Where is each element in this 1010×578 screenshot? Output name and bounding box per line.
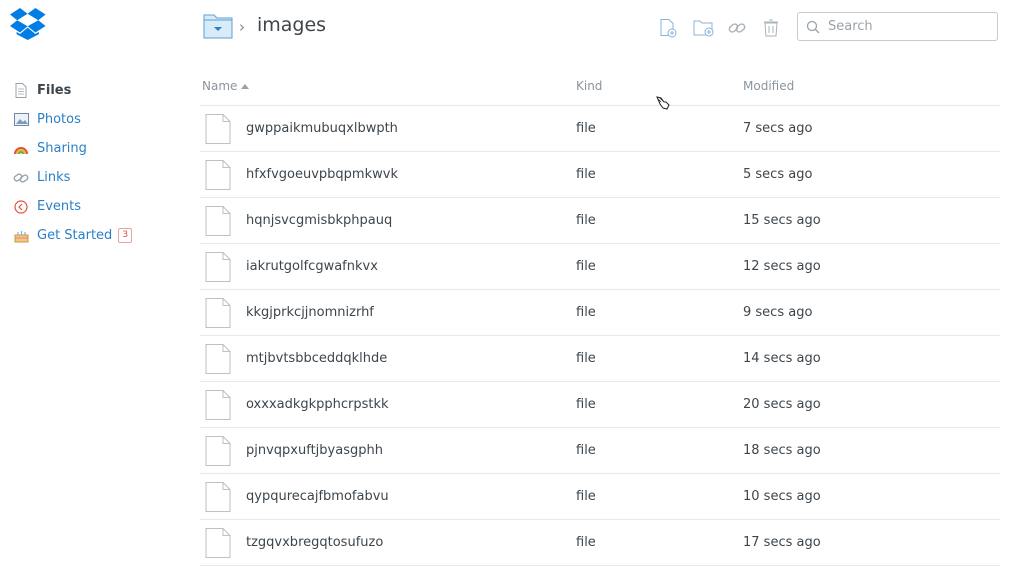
file-name[interactable]: hqnjsvcgmisbkphpauq [246, 213, 392, 228]
sidebar-item-label: Links [37, 170, 71, 185]
file-kind: file [576, 443, 596, 458]
file-modified: 18 secs ago [743, 443, 821, 458]
file-modified: 20 secs ago [743, 397, 821, 412]
table-row[interactable]: qypqurecajfbmofabvu file 10 secs ago [200, 474, 1000, 520]
table-row[interactable]: gwppaikmubuqxlbwpth file 7 secs ago [200, 106, 1000, 152]
share-link-button[interactable] [727, 18, 747, 38]
photos-icon [12, 112, 30, 128]
file-kind: file [576, 121, 596, 136]
column-header-modified[interactable]: Modified [743, 79, 794, 93]
file-icon [205, 206, 231, 236]
notification-badge: 3 [118, 228, 133, 243]
file-name[interactable]: gwppaikmubuqxlbwpth [246, 121, 398, 136]
dropbox-logo-icon[interactable] [10, 8, 46, 40]
cake-icon [12, 228, 30, 244]
file-name[interactable]: tzgqvxbregqtosufuzo [246, 535, 383, 550]
new-file-icon [660, 19, 677, 38]
file-icon [205, 160, 231, 190]
search-input[interactable] [826, 18, 990, 35]
file-icon [205, 482, 231, 512]
sidebar-item-label: Photos [37, 112, 81, 127]
file-kind: file [576, 167, 596, 182]
file-modified: 15 secs ago [743, 213, 821, 228]
file-modified: 5 secs ago [743, 167, 813, 182]
search-box[interactable] [797, 12, 998, 41]
folder-menu-button[interactable] [203, 12, 233, 39]
mouse-cursor-icon [656, 95, 670, 110]
new-file-button[interactable] [658, 18, 678, 38]
file-modified: 14 secs ago [743, 351, 821, 366]
new-folder-button[interactable] [693, 18, 714, 38]
search-icon [806, 20, 820, 33]
table-row[interactable]: hqnjsvcgmisbkphpauq file 15 secs ago [200, 198, 1000, 244]
file-kind: file [576, 259, 596, 274]
file-icon [205, 528, 231, 558]
file-icon [205, 436, 231, 466]
events-icon [12, 199, 30, 215]
sidebar-item-photos[interactable]: Photos [12, 105, 182, 134]
delete-button[interactable] [762, 18, 782, 38]
top-bar: › images [200, 8, 1000, 48]
file-icon [205, 390, 231, 420]
table-row[interactable]: oxxxadkgkpphcrpstkk file 20 secs ago [200, 382, 1000, 428]
file-icon [205, 114, 231, 144]
trash-icon [764, 19, 778, 37]
sidebar-item-label: Files [37, 83, 72, 98]
column-header-kind[interactable]: Kind [576, 79, 602, 93]
file-modified: 12 secs ago [743, 259, 821, 274]
sidebar-item-files[interactable]: Files [12, 76, 182, 105]
table-row[interactable]: pjnvqpxuftjbyasgphh file 18 secs ago [200, 428, 1000, 474]
breadcrumb-current-folder: images [257, 14, 327, 36]
table-row[interactable]: tzgqvxbregqtosufuzo file 17 secs ago [200, 520, 1000, 566]
column-name-label: Name [202, 79, 238, 93]
sharing-icon [12, 141, 30, 157]
file-name[interactable]: mtjbvtsbbceddqklhde [246, 351, 387, 366]
file-name[interactable]: qypqurecajfbmofabvu [246, 489, 389, 504]
file-icon [205, 252, 231, 282]
link-icon [728, 23, 746, 33]
sidebar-nav: Files Photos Sharing Links Events Get St… [12, 76, 182, 250]
file-modified: 17 secs ago [743, 535, 821, 550]
column-header-name[interactable]: Name [202, 79, 250, 93]
file-kind: file [576, 397, 596, 412]
file-icon [205, 298, 231, 328]
file-kind: file [576, 535, 596, 550]
link-icon [12, 170, 30, 186]
file-kind: file [576, 305, 596, 320]
file-kind: file [576, 489, 596, 504]
sidebar-item-label: Get Started [37, 228, 113, 243]
file-kind: file [576, 213, 596, 228]
sidebar-item-events[interactable]: Events [12, 192, 182, 221]
file-icon [12, 83, 30, 99]
file-name[interactable]: pjnvqpxuftjbyasgphh [246, 443, 383, 458]
file-table: Name Kind Modified gwppaikmubuqxlbwpth fi… [200, 72, 1000, 566]
table-row[interactable]: mtjbvtsbbceddqklhde file 14 secs ago [200, 336, 1000, 382]
file-name[interactable]: oxxxadkgkpphcrpstkk [246, 397, 389, 412]
sidebar-item-get-started[interactable]: Get Started 3 [12, 221, 182, 250]
file-icon [205, 344, 231, 374]
file-modified: 9 secs ago [743, 305, 813, 320]
sort-ascending-icon [241, 84, 250, 89]
table-header: Name Kind Modified [200, 72, 1000, 106]
table-row[interactable]: iakrutgolfcgwafnkvx file 12 secs ago [200, 244, 1000, 290]
table-row[interactable]: hfxfvgoeuvpbqpmkwvk file 5 secs ago [200, 152, 1000, 198]
table-row[interactable]: kkgjprkcjjnomnizrhf file 9 secs ago [200, 290, 1000, 336]
new-folder-icon [693, 20, 714, 37]
sidebar-item-links[interactable]: Links [12, 163, 182, 192]
file-name[interactable]: kkgjprkcjjnomnizrhf [246, 305, 374, 320]
chevron-right-icon: › [239, 18, 245, 36]
sidebar-item-label: Sharing [37, 141, 87, 156]
file-name[interactable]: hfxfvgoeuvpbqpmkwvk [246, 167, 398, 182]
file-name[interactable]: iakrutgolfcgwafnkvx [246, 259, 378, 274]
sidebar-item-label: Events [37, 199, 82, 214]
sidebar-item-sharing[interactable]: Sharing [12, 134, 182, 163]
file-modified: 7 secs ago [743, 121, 813, 136]
folder-icon [203, 14, 233, 39]
file-kind: file [576, 351, 596, 366]
file-modified: 10 secs ago [743, 489, 821, 504]
